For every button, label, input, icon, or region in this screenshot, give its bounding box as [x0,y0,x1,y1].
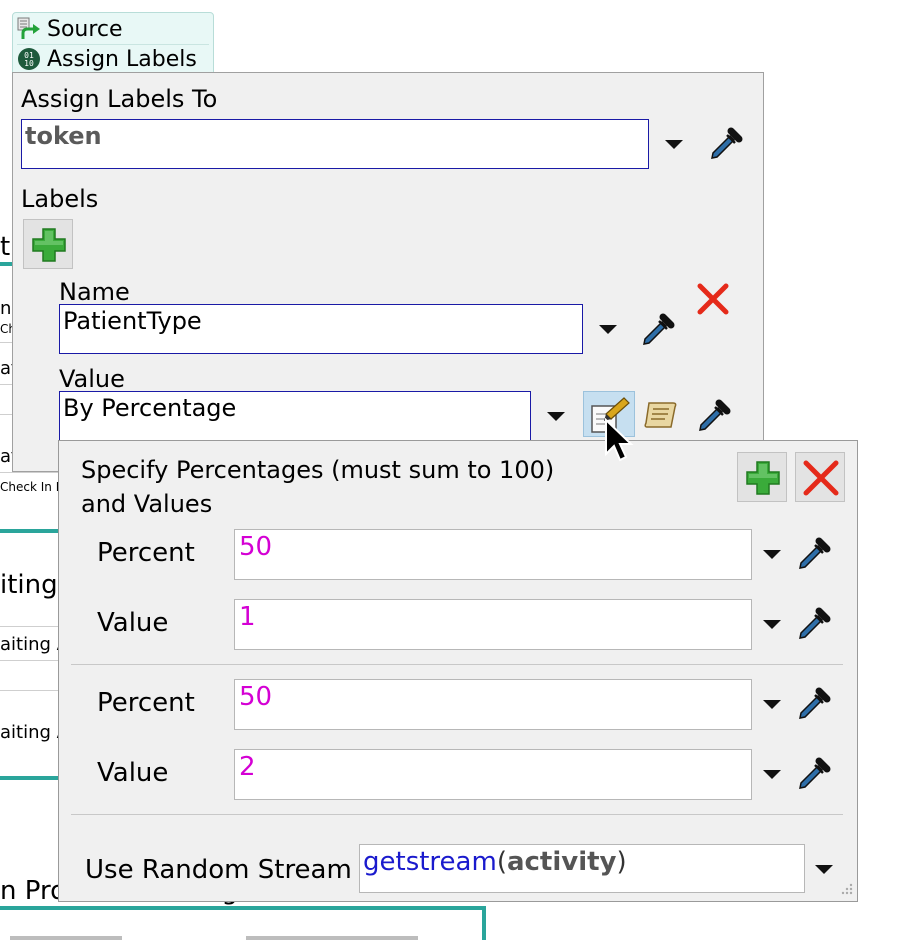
eyedropper-icon[interactable] [707,123,747,163]
chevron-down-icon[interactable] [763,550,781,559]
bg-divider [0,690,58,691]
value-label: Value [97,608,169,638]
chevron-down-icon[interactable] [599,325,617,334]
delete-percentage-row-button[interactable] [795,452,845,502]
eyedropper-icon[interactable] [795,533,835,573]
value-field[interactable]: 1 [234,599,752,650]
delete-label-icon[interactable] [695,281,731,317]
plus-icon [32,228,66,262]
percent-field[interactable]: 50 [234,529,752,580]
assign-labels-to-label: Assign Labels To [21,85,218,113]
eyedropper-icon[interactable] [795,753,835,793]
row-separator [71,814,843,815]
label-name-field[interactable]: PatientType [59,304,583,354]
bg-divider [246,936,418,940]
source-icon [17,17,41,41]
resize-grip-icon[interactable] [839,881,853,895]
assign-labels-to-field[interactable]: token [21,119,649,169]
percent-field[interactable]: 50 [234,679,752,730]
mouse-cursor-icon [605,418,634,462]
add-percentage-row-button[interactable] [737,452,787,502]
activity-list: Source 01 10 Assign Labels [12,12,214,76]
bg-divider [0,626,58,627]
percentages-title: Specify Percentages (must sum to 100) an… [81,453,554,521]
percent-label: Percent [97,538,195,568]
value-label: Value [59,365,125,393]
assign-labels-properties-panel: Assign Labels To token Labels Name Patie… [12,72,764,472]
value-label: Value [97,758,169,788]
eyedropper-icon[interactable] [795,603,835,643]
svg-text:10: 10 [24,59,34,68]
bg-teal-line [0,906,486,910]
row-separator [71,664,843,665]
chevron-down-icon[interactable] [763,770,781,779]
activity-item-source[interactable]: Source [17,15,123,43]
bg-text-fragment: Check In D [0,480,65,494]
eyedropper-icon[interactable] [695,395,735,435]
chevron-down-icon[interactable] [763,620,781,629]
percent-label: Percent [97,688,195,718]
bg-divider [0,472,58,473]
stream-open-paren: ( [496,847,507,877]
chevron-down-icon[interactable] [815,865,833,874]
bg-teal-line [482,906,486,940]
random-stream-label: Use Random Stream [85,855,352,885]
bg-teal-line [0,776,58,780]
percentages-title-line: Specify Percentages (must sum to 100) [81,456,555,484]
add-label-button[interactable] [23,219,73,269]
eyedropper-icon[interactable] [795,683,835,723]
activity-item-label: Source [47,16,123,42]
chevron-down-icon[interactable] [665,140,683,149]
eyedropper-icon[interactable] [639,309,679,349]
plus-icon [746,461,780,495]
activity-item-assign-labels[interactable]: 01 10 Assign Labels [17,45,197,73]
percentages-title-line: and Values [81,490,213,518]
stream-argument: activity [506,847,617,877]
label-value-field[interactable]: By Percentage [59,391,531,441]
value-field[interactable]: 2 [234,749,752,800]
chevron-down-icon[interactable] [547,412,565,421]
bg-divider [0,660,58,661]
bg-teal-line [0,529,58,533]
activity-item-label: Assign Labels [47,46,197,72]
labels-header: Labels [21,185,99,213]
bg-divider [10,936,122,940]
percentages-popup: Specify Percentages (must sum to 100) an… [58,440,858,902]
stream-function-name: getstream [363,847,497,877]
stream-close-paren: ) [616,847,627,877]
random-stream-field[interactable]: getstream(activity) [359,844,805,893]
script-scroll-icon[interactable] [641,395,681,435]
chevron-down-icon[interactable] [763,700,781,709]
name-label: Name [59,278,130,306]
close-icon [803,460,839,496]
assign-labels-icon: 01 10 [17,47,41,71]
